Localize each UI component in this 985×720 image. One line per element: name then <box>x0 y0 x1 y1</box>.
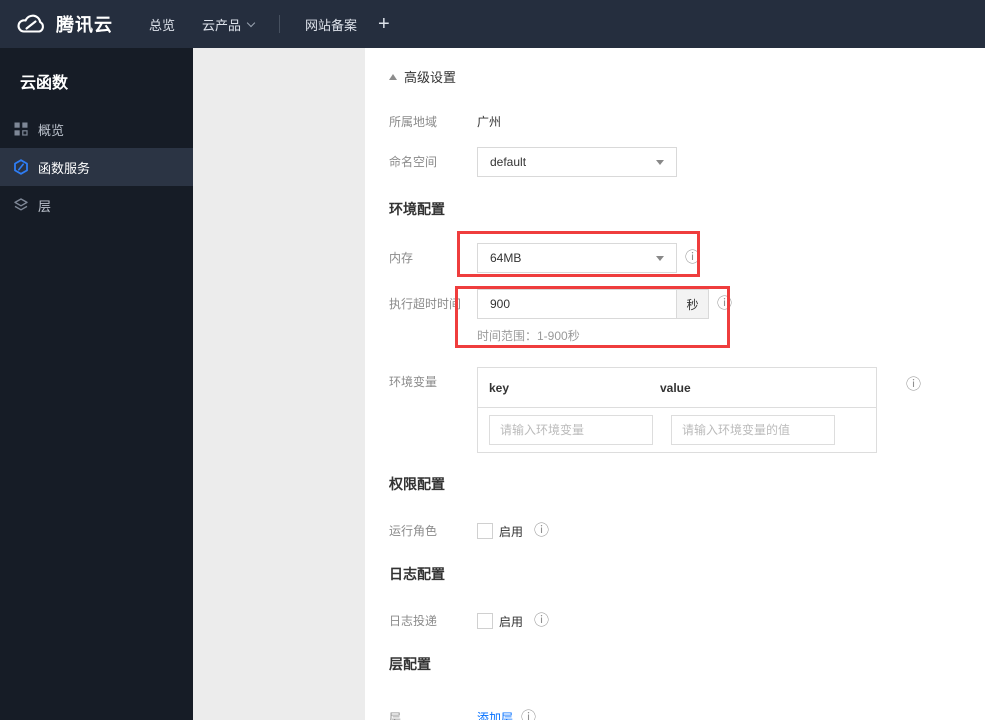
cloud-logo-icon <box>14 12 48 36</box>
run-role-label: 运行角色 <box>389 524 438 538</box>
add-layer-info-icon[interactable]: ⓘ <box>521 703 536 720</box>
form-row-namespace: 命名空间 default <box>389 147 985 177</box>
layer-label: 层 <box>389 711 402 720</box>
timeout-range-hint: 时间范围：1-900秒 <box>477 329 580 343</box>
sidebar-item-overview[interactable]: 概览 <box>0 110 193 148</box>
timeout-info-icon[interactable]: ⓘ <box>717 289 732 319</box>
env-vars-table-header: key value <box>478 368 876 408</box>
log-delivery-enable-label: 启用 <box>499 614 524 629</box>
form-row-timeout: 执行超时时间 秒 ⓘ 时间范围：1-900秒 <box>389 286 985 348</box>
nav-divider <box>279 15 281 33</box>
nav-cloud-products[interactable]: 云产品 <box>202 15 256 34</box>
layers-icon <box>13 197 29 213</box>
brand-name: 腾讯云 <box>56 15 113 35</box>
timeout-input[interactable] <box>478 290 676 318</box>
memory-label: 内存 <box>389 251 414 265</box>
form-row-memory: 内存 64MB ⓘ <box>389 231 985 277</box>
dropdown-arrow-icon <box>656 159 664 165</box>
run-role-info-icon[interactable]: ⓘ <box>534 523 549 539</box>
sidebar-item-label: 函数服务 <box>38 160 91 176</box>
run-role-enable-label: 启用 <box>499 524 524 539</box>
main-area: 云函数 概览 函数服务 层 高级设置 所属地域 广州 命名空间 default … <box>0 48 985 720</box>
sidebar-item-label: 层 <box>38 198 52 214</box>
timeout-label: 执行超时时间 <box>389 297 462 311</box>
form-row-layer: 层 添加层 ⓘ <box>389 703 985 720</box>
form-row-run-role: 运行角色 启用 ⓘ <box>389 516 985 546</box>
form-row-region: 所属地域 广州 <box>389 107 985 137</box>
timeout-input-group: 秒 <box>477 289 709 319</box>
env-vars-info-icon[interactable]: ⓘ <box>906 370 921 400</box>
env-value-input[interactable] <box>671 415 835 445</box>
settings-form: 高级设置 所属地域 广州 命名空间 default 环境配置 内存 64MB ⓘ <box>365 48 985 720</box>
top-navigation: 总览 云产品 网站备案 + <box>113 14 390 34</box>
env-vars-table: key value <box>477 367 877 453</box>
timeout-unit-suffix: 秒 <box>676 290 708 318</box>
sidebar-item-function-service[interactable]: 函数服务 <box>0 148 193 186</box>
grid-icon <box>13 121 29 137</box>
env-key-header: key <box>489 380 510 395</box>
sidebar-menu: 概览 函数服务 层 <box>0 110 193 224</box>
run-role-checkbox[interactable] <box>477 523 493 539</box>
log-delivery-checkbox[interactable] <box>477 613 493 629</box>
namespace-label: 命名空间 <box>389 155 438 169</box>
section-layer-config: 层配置 <box>389 656 431 672</box>
add-layer-link[interactable]: 添加层 <box>477 703 513 720</box>
sidebar-title: 云函数 <box>20 75 69 92</box>
nav-cloud-products-label: 云产品 <box>202 17 242 33</box>
log-delivery-info-icon[interactable]: ⓘ <box>534 613 549 629</box>
chevron-down-icon <box>246 18 256 27</box>
namespace-select[interactable]: default <box>477 147 677 177</box>
env-vars-label: 环境变量 <box>389 375 438 389</box>
env-value-header: value <box>660 380 691 395</box>
env-key-input[interactable] <box>489 415 653 445</box>
advanced-settings-label: 高级设置 <box>404 70 457 85</box>
region-label: 所属地域 <box>389 115 438 129</box>
scf-hexagon-icon <box>13 159 29 175</box>
nav-add-button[interactable]: + <box>378 14 390 34</box>
env-vars-input-row <box>478 408 876 452</box>
sidebar-item-label: 概览 <box>38 122 65 138</box>
dropdown-arrow-icon <box>656 255 664 261</box>
nav-overview[interactable]: 总览 <box>149 15 175 34</box>
form-row-env-vars: 环境变量 key value ⓘ <box>389 367 985 453</box>
caret-up-icon <box>389 73 397 80</box>
form-row-log-delivery: 日志投递 启用 ⓘ <box>389 606 985 636</box>
collapsed-panel <box>193 48 365 720</box>
region-value: 广州 <box>477 115 502 129</box>
section-log-config: 日志配置 <box>389 566 445 582</box>
nav-website-beian[interactable]: 网站备案 <box>305 15 357 34</box>
memory-info-icon[interactable]: ⓘ <box>685 243 700 273</box>
tencent-cloud-logo[interactable]: 腾讯云 <box>0 11 113 37</box>
log-delivery-label: 日志投递 <box>389 614 438 628</box>
advanced-settings-toggle[interactable]: 高级设置 <box>389 67 985 86</box>
sidebar: 云函数 概览 函数服务 层 <box>0 48 193 720</box>
memory-selected-value: 64MB <box>490 251 522 265</box>
namespace-selected-value: default <box>490 155 527 169</box>
sidebar-item-layers[interactable]: 层 <box>0 186 193 224</box>
topbar: 腾讯云 总览 云产品 网站备案 + <box>0 0 985 48</box>
section-environment-config: 环境配置 <box>389 201 445 217</box>
memory-select[interactable]: 64MB <box>477 243 677 273</box>
section-permission-config: 权限配置 <box>389 476 445 492</box>
